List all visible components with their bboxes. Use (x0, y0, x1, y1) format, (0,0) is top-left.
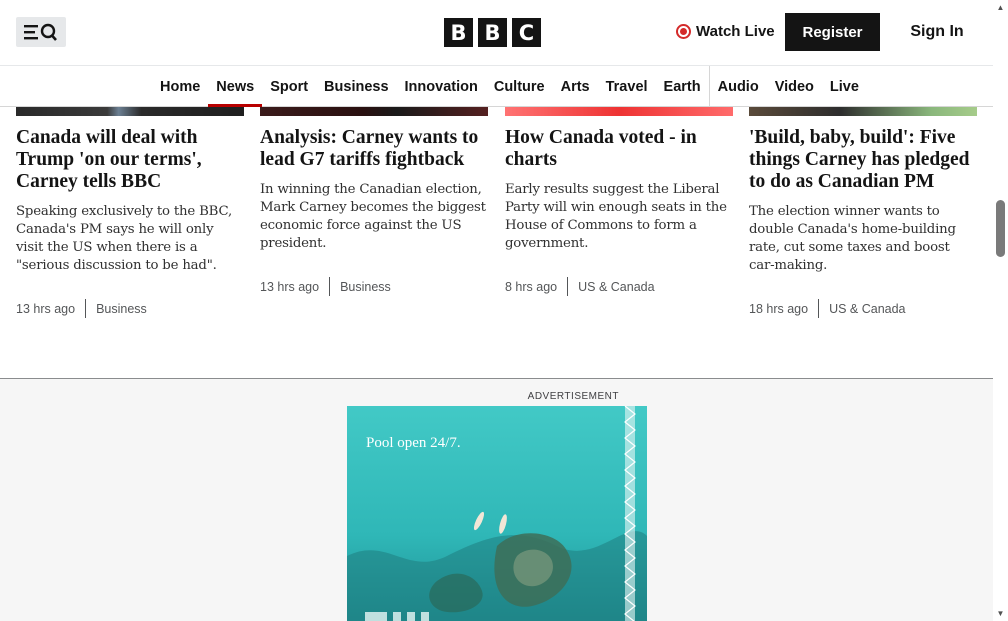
nav-item-business[interactable]: Business (316, 66, 396, 107)
meta-divider (85, 299, 87, 318)
nav-item-home[interactable]: Home (152, 66, 208, 107)
site-header: B B C Watch Live Register Sign In (0, 0, 993, 66)
bbc-logo[interactable]: B B C (444, 18, 541, 47)
meta-divider (567, 277, 569, 296)
nav-item-arts[interactable]: Arts (553, 66, 598, 107)
article-title[interactable]: Analysis: Carney wants to lead G7 tariff… (260, 127, 488, 171)
nav-item-travel[interactable]: Travel (598, 66, 656, 107)
nav-item-culture[interactable]: Culture (486, 66, 553, 107)
article-image[interactable] (505, 107, 733, 116)
article-title[interactable]: Canada will deal with Trump 'on our term… (16, 127, 244, 193)
article-meta: 8 hrs ago US & Canada (505, 277, 733, 296)
article-image[interactable] (749, 107, 977, 116)
meta-divider (329, 277, 331, 296)
nav-item-earth[interactable]: Earth (656, 66, 710, 107)
ad-section: ADVERTISEMENT Pool open 24/7. (0, 378, 993, 621)
logo-letter: C (512, 18, 541, 47)
nav-item-audio[interactable]: Audio (710, 66, 767, 107)
register-button[interactable]: Register (785, 13, 880, 51)
nav-item-sport[interactable]: Sport (262, 66, 316, 107)
ad-image[interactable]: Pool open 24/7. (347, 406, 647, 621)
nav-item-video[interactable]: Video (767, 66, 822, 107)
article-category[interactable]: Business (96, 302, 147, 316)
article-card[interactable]: 'Build, baby, build': Five things Carney… (749, 127, 977, 318)
article-time: 13 hrs ago (260, 279, 320, 294)
article-category[interactable]: US & Canada (578, 280, 654, 294)
main-nav: Home News Sport Business Innovation Cult… (0, 66, 993, 107)
article-time: 8 hrs ago (505, 279, 558, 294)
article-time: 18 hrs ago (749, 301, 809, 316)
scroll-down-icon[interactable]: ▼ (996, 609, 1005, 618)
article-card[interactable]: How Canada voted - in charts Early resul… (505, 127, 733, 296)
article-title[interactable]: 'Build, baby, build': Five things Carney… (749, 127, 977, 193)
page-scrollbar[interactable]: ▲ ▼ (993, 0, 1008, 621)
watch-live-link[interactable]: Watch Live (676, 23, 775, 40)
article-meta: 18 hrs ago US & Canada (749, 299, 977, 318)
nav-item-news[interactable]: News (208, 66, 263, 107)
article-card[interactable]: Canada will deal with Trump 'on our term… (16, 127, 244, 318)
article-summary: Speaking exclusively to the BBC, Canada'… (16, 204, 233, 273)
article-meta: 13 hrs ago Business (260, 277, 488, 296)
article-title[interactable]: How Canada voted - in charts (505, 127, 733, 171)
logo-letter: B (444, 18, 473, 47)
article-image[interactable] (16, 107, 244, 116)
article-image[interactable] (260, 107, 488, 116)
nav-item-live[interactable]: Live (822, 66, 867, 107)
article-time: 13 hrs ago (16, 301, 76, 316)
article-card[interactable]: Analysis: Carney wants to lead G7 tariff… (260, 127, 488, 296)
article-summary: Early results suggest the Liberal Party … (505, 182, 727, 251)
article-category[interactable]: Business (340, 280, 391, 294)
watch-live-label: Watch Live (696, 23, 775, 40)
article-category[interactable]: US & Canada (829, 302, 905, 316)
meta-divider (818, 299, 820, 318)
scroll-up-icon[interactable]: ▲ (996, 3, 1005, 12)
article-meta: 13 hrs ago Business (16, 299, 244, 318)
live-icon (676, 24, 691, 39)
logo-letter: B (478, 18, 507, 47)
nav-item-innovation[interactable]: Innovation (397, 66, 486, 107)
menu-search-icon[interactable] (16, 17, 66, 47)
ad-label: ADVERTISEMENT (527, 391, 619, 402)
ad-headline: Pool open 24/7. (366, 435, 461, 451)
scrollbar-thumb[interactable] (996, 200, 1005, 257)
article-summary: In winning the Canadian election, Mark C… (260, 182, 486, 251)
article-summary: The election winner wants to double Cana… (749, 204, 956, 273)
sign-in-button[interactable]: Sign In (898, 13, 976, 51)
